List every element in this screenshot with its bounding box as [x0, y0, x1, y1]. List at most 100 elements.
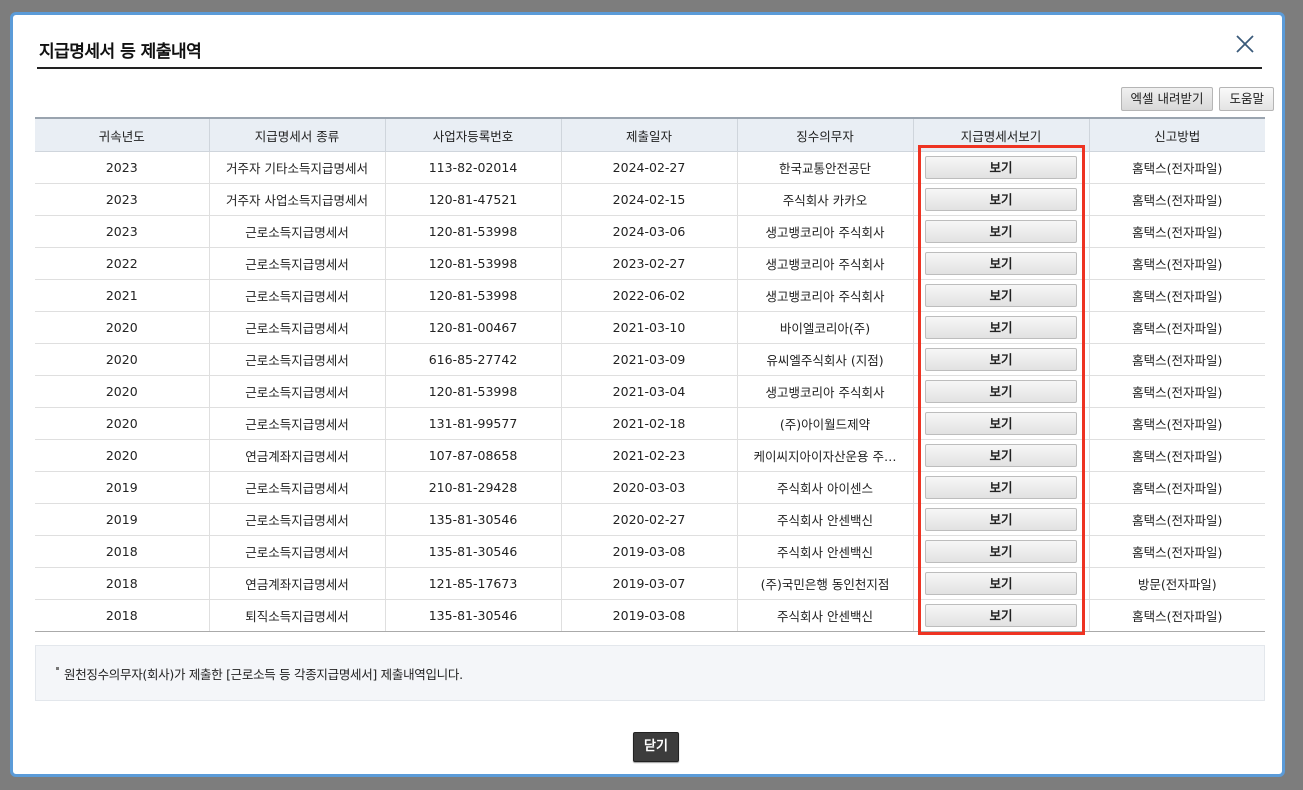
column-header: 제출일자 [560, 117, 738, 152]
cell-bizno: 120-81-53998 [384, 247, 562, 280]
table-row: 2019 근로소득지급명세서 135-81-30546 2020-02-27 주식회사 … [35, 503, 1265, 536]
cell-year: 2019 [35, 503, 210, 536]
toolbar: 엑셀 내려받기 도움말 [1120, 87, 1274, 111]
cell-year: 2021 [35, 279, 210, 312]
view-button[interactable]: 보기 [925, 412, 1077, 435]
table-row: 2020 근로소득지급명세서 120-81-53998 2021-03-04 생고뱅코리… [35, 375, 1265, 408]
view-button[interactable]: 보기 [925, 572, 1077, 595]
cell-view: 보기 [912, 279, 1090, 312]
cell-payer: 한국교통안전공단 [736, 151, 914, 184]
cell-type: 근로소득지급명세서 [208, 343, 386, 376]
cell-date: 2023-02-27 [560, 247, 738, 280]
table-row: 2018 연금계좌지급명세서 121-85-17673 2019-03-07 (주)국민… [35, 567, 1265, 600]
cell-type: 근로소득지급명세서 [208, 279, 386, 312]
cell-payer: 케이씨지아이자산운용 주… [736, 439, 914, 472]
cell-type: 근로소득지급명세서 [208, 215, 386, 248]
close-button[interactable]: 닫기 [633, 732, 679, 762]
cell-type: 근로소득지급명세서 [208, 535, 386, 568]
cell-year: 2018 [35, 535, 210, 568]
table-row: 2021 근로소득지급명세서 120-81-53998 2022-06-02 생고뱅코리… [35, 279, 1265, 312]
cell-payer: 주식회사 카카오 [736, 183, 914, 216]
cell-view: 보기 [912, 439, 1090, 472]
cell-type: 근로소득지급명세서 [208, 407, 386, 440]
view-button[interactable]: 보기 [925, 508, 1077, 531]
cell-bizno: 107-87-08658 [384, 439, 562, 472]
table-row: 2018 근로소득지급명세서 135-81-30546 2019-03-08 주식회사 … [35, 535, 1265, 568]
cell-payer: 유씨엘주식회사 (지점) [736, 343, 914, 376]
cell-bizno: 121-85-17673 [384, 567, 562, 600]
cell-payer: 생고뱅코리아 주식회사 [736, 215, 914, 248]
cell-year: 2020 [35, 311, 210, 344]
cell-year: 2020 [35, 375, 210, 408]
cell-bizno: 616-85-27742 [384, 343, 562, 376]
cell-view: 보기 [912, 311, 1090, 344]
table-row: 2022 근로소득지급명세서 120-81-53998 2023-02-27 생고뱅코리… [35, 247, 1265, 280]
cell-payer: 주식회사 안센백신 [736, 535, 914, 568]
view-button[interactable]: 보기 [925, 476, 1077, 499]
dialog-title: 지급명세서 등 제출내역 [39, 42, 202, 62]
cell-bizno: 210-81-29428 [384, 471, 562, 504]
column-header: 지급명세서보기 [912, 117, 1090, 152]
bullet-icon [56, 667, 59, 670]
cell-payer: 주식회사 안센백신 [736, 599, 914, 632]
cell-type: 근로소득지급명세서 [208, 503, 386, 536]
table-row: 2023 거주자 사업소득지급명세서 120-81-47521 2024-02-15 주… [35, 183, 1265, 216]
cell-view: 보기 [912, 247, 1090, 280]
cell-payer: (주)국민은행 동인천지점 [736, 567, 914, 600]
cell-year: 2019 [35, 471, 210, 504]
cell-date: 2021-02-23 [560, 439, 738, 472]
cell-year: 2023 [35, 215, 210, 248]
column-header: 사업자등록번호 [384, 117, 562, 152]
cell-type: 근로소득지급명세서 [208, 247, 386, 280]
column-header: 지급명세서 종류 [208, 117, 386, 152]
cell-bizno: 113-82-02014 [384, 151, 562, 184]
cell-view: 보기 [912, 375, 1090, 408]
table-row: 2020 근로소득지급명세서 131-81-99577 2021-02-18 (주)아이… [35, 407, 1265, 440]
excel-download-button[interactable]: 엑셀 내려받기 [1120, 87, 1214, 111]
cell-type: 연금계좌지급명세서 [208, 439, 386, 472]
help-button[interactable]: 도움말 [1219, 87, 1274, 111]
cell-type: 근로소득지급명세서 [208, 375, 386, 408]
cell-bizno: 120-81-53998 [384, 215, 562, 248]
view-button[interactable]: 보기 [925, 284, 1077, 307]
column-header: 징수의무자 [736, 117, 914, 152]
view-button[interactable]: 보기 [925, 220, 1077, 243]
cell-bizno: 120-81-53998 [384, 375, 562, 408]
cell-method: 홈택스(전자파일) [1088, 503, 1265, 536]
view-button[interactable]: 보기 [925, 156, 1077, 179]
cell-payer: 생고뱅코리아 주식회사 [736, 247, 914, 280]
view-button[interactable]: 보기 [925, 604, 1077, 627]
cell-year: 2023 [35, 183, 210, 216]
view-button[interactable]: 보기 [925, 380, 1077, 403]
table-row: 2019 근로소득지급명세서 210-81-29428 2020-03-03 주식회사 … [35, 471, 1265, 504]
cell-view: 보기 [912, 535, 1090, 568]
cell-date: 2019-03-07 [560, 567, 738, 600]
cell-view: 보기 [912, 471, 1090, 504]
view-button[interactable]: 보기 [925, 444, 1077, 467]
notice-text: 원천징수의무자(회사)가 제출한 [근로소득 등 각종지급명세서] 제출내역입니… [64, 667, 463, 682]
table-row: 2018 퇴직소득지급명세서 135-81-30546 2019-03-08 주식회사 … [35, 599, 1265, 632]
cell-method: 홈택스(전자파일) [1088, 183, 1265, 216]
table-header-row: 귀속년도 지급명세서 종류 사업자등록번호 제출일자 징수의무자 지급명세서보기 신고방법 [35, 117, 1265, 152]
cell-bizno: 135-81-30546 [384, 599, 562, 632]
notice-box: 원천징수의무자(회사)가 제출한 [근로소득 등 각종지급명세서] 제출내역입니… [35, 645, 1265, 701]
cell-method: 홈택스(전자파일) [1088, 599, 1265, 632]
cell-bizno: 131-81-99577 [384, 407, 562, 440]
close-icon[interactable] [1234, 33, 1256, 55]
cell-date: 2021-02-18 [560, 407, 738, 440]
view-button[interactable]: 보기 [925, 348, 1077, 371]
cell-view: 보기 [912, 599, 1090, 632]
view-button[interactable]: 보기 [925, 252, 1077, 275]
cell-bizno: 135-81-30546 [384, 535, 562, 568]
table-row: 2023 거주자 기타소득지급명세서 113-82-02014 2024-02-27 한… [35, 151, 1265, 184]
view-button[interactable]: 보기 [925, 188, 1077, 211]
cell-year: 2020 [35, 407, 210, 440]
view-button[interactable]: 보기 [925, 316, 1077, 339]
cell-date: 2019-03-08 [560, 535, 738, 568]
cell-view: 보기 [912, 215, 1090, 248]
cell-year: 2018 [35, 599, 210, 632]
view-button[interactable]: 보기 [925, 540, 1077, 563]
cell-type: 거주자 기타소득지급명세서 [208, 151, 386, 184]
cell-bizno: 120-81-47521 [384, 183, 562, 216]
cell-date: 2021-03-04 [560, 375, 738, 408]
